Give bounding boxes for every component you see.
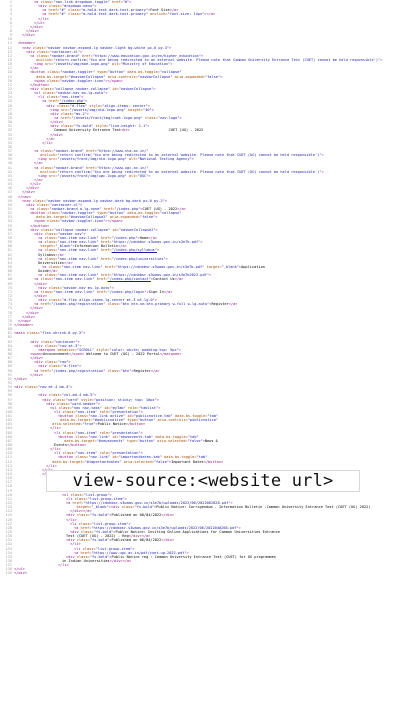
source-token: </div> — [14, 571, 27, 576]
source-code-text: </div> — [14, 571, 406, 575]
view-source-code: 1 <a class="nav-link dropdown-toggle" hre… — [0, 0, 406, 720]
view-source-caption: view-source:<website url> — [46, 470, 360, 492]
source-line: 139 </div> — [0, 571, 406, 575]
line-number: 139 — [5, 571, 13, 576]
